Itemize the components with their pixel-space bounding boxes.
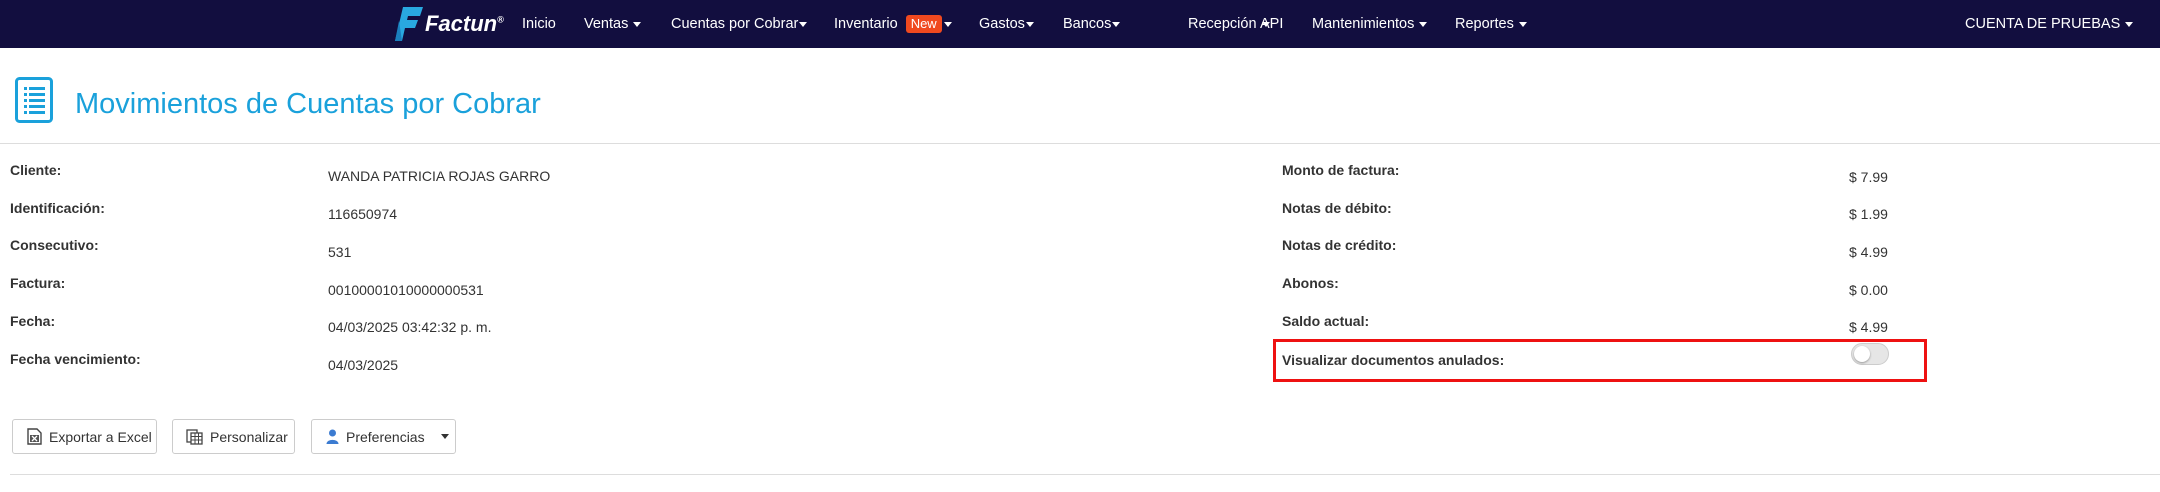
excel-file-icon [27,428,42,445]
consecutivo-label: Consecutivo: [10,237,99,253]
notas-debito-label: Notas de débito: [1282,200,1392,216]
chevron-down-icon [633,21,642,27]
page-title: Movimientos de Cuentas por Cobrar [75,88,541,120]
cliente-label: Cliente: [10,162,62,178]
notas-credito-value: $ 4.99 [1849,244,1888,260]
chevron-down-icon [943,21,952,27]
nav-gastos[interactable]: Gastos [979,0,1034,48]
export-excel-button[interactable]: Exportar a Excel [12,419,157,454]
divider [10,474,2160,475]
cliente-value: WANDA PATRICIA ROJAS GARRO [328,168,551,184]
abonos-value: $ 0.00 [1849,282,1888,298]
nav-reportes[interactable]: Reportes [1455,0,1527,48]
fecha-vencimiento-label: Fecha vencimiento: [10,351,141,367]
nav-inventario[interactable]: Inventario New [834,0,952,48]
nav-ventas[interactable]: Ventas [584,0,642,48]
factura-label: Factura: [10,275,66,291]
nav-api[interactable]: API [1260,0,1283,48]
chevron-down-icon [440,434,449,439]
factun-logo-icon [395,7,423,41]
fecha-vencimiento-value: 04/03/2025 [328,357,399,373]
monto-factura-label: Monto de factura: [1282,162,1400,178]
nav-inicio[interactable]: Inicio [522,0,556,48]
monto-factura-value: $ 7.99 [1849,169,1888,185]
brand-name: Factun® [425,11,504,36]
preferences-label: Preferencias [346,428,425,445]
toggle-knob [1854,346,1870,362]
customize-label: Personalizar [210,428,288,445]
fecha-value: 04/03/2025 03:42:32 p. m. [328,319,492,335]
consecutivo-value: 531 [328,244,352,260]
abonos-label: Abonos: [1282,275,1339,291]
chevron-down-icon [1518,21,1527,27]
export-excel-label: Exportar a Excel [49,428,152,445]
notas-credito-label: Notas de crédito: [1282,237,1397,253]
chevron-down-icon [1419,21,1428,27]
saldo-actual-label: Saldo actual: [1282,313,1370,329]
identificacion-label: Identificación: [10,200,105,216]
visualizar-anulados-toggle[interactable] [1851,343,1889,365]
chevron-down-icon [2125,21,2134,27]
page-header: Movimientos de Cuentas por Cobrar [0,48,2160,144]
saldo-actual-value: $ 4.99 [1849,319,1888,335]
preferences-dropdown[interactable]: Preferencias [311,419,456,454]
document-list-icon [15,77,53,123]
nav-bancos[interactable]: Bancos [1063,0,1121,48]
nav-mantenimientos[interactable]: Mantenimientos [1312,0,1428,48]
chevron-down-icon [1112,21,1121,27]
visualizar-anulados-label: Visualizar documentos anulados: [1282,352,1505,368]
chevron-down-icon [1025,21,1034,27]
brand-logo[interactable]: Factun® [395,7,504,41]
top-navbar: Factun® Inicio Ventas Cuentas por Cobrar… [0,0,2160,48]
notas-debito-value: $ 1.99 [1849,206,1888,222]
account-menu[interactable]: CUENTA DE PRUEBAS [1965,0,2134,48]
user-icon [326,429,339,444]
table-columns-icon [186,428,203,445]
factura-value: 00100001010000000531 [328,282,484,298]
chevron-down-icon [799,21,808,27]
identificacion-value: 116650974 [328,206,398,222]
nav-recepcion[interactable]: Recepción [1188,0,1270,48]
nav-cuentas-por-cobrar[interactable]: Cuentas por Cobrar [671,0,808,48]
fecha-label: Fecha: [10,313,56,329]
new-badge: New [905,15,942,34]
customize-button[interactable]: Personalizar [172,419,295,454]
